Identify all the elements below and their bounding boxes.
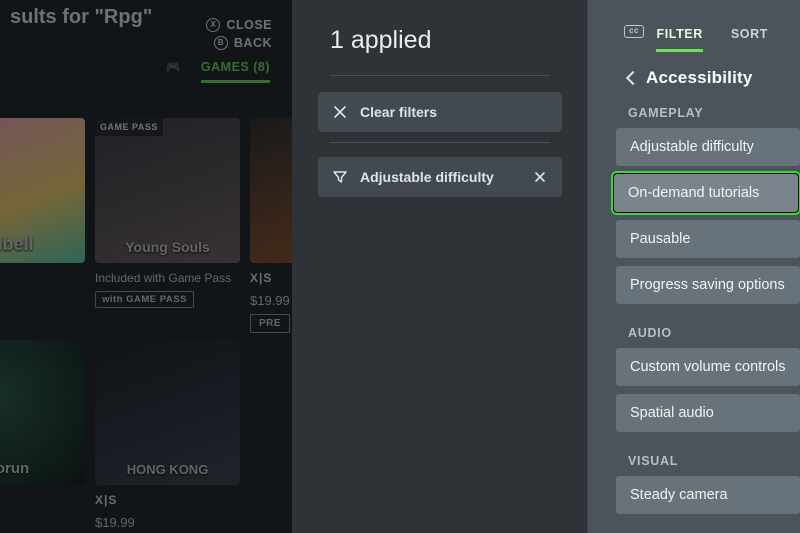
clear-filters-label: Clear filters	[360, 104, 548, 120]
section-label-audio: AUDIO	[588, 312, 800, 348]
close-action[interactable]: X CLOSE	[206, 18, 272, 32]
xs-badge: X|S	[95, 493, 240, 507]
search-results-title: sults for "Rpg"	[10, 6, 280, 29]
filter-option-custom-volume[interactable]: Custom volume controls	[616, 348, 800, 386]
applied-filter-chip[interactable]: Adjustable difficulty	[318, 157, 562, 197]
divider	[330, 75, 550, 76]
applied-heading: 1 applied	[292, 24, 588, 67]
divider	[330, 142, 550, 143]
remove-filter-icon[interactable]	[532, 169, 548, 185]
filter-option-pausable[interactable]: Pausable	[616, 220, 800, 258]
applied-filter-label: Adjustable difficulty	[360, 169, 520, 185]
game-pass-pill: with GAME PASS	[95, 291, 194, 308]
back-label: BACK	[234, 36, 272, 50]
controller-icon: 🎮	[165, 60, 180, 83]
back-key-icon: B	[214, 36, 228, 50]
game-card[interactable]: GAME PASS Young Souls Included with Game…	[95, 118, 240, 333]
panel-tabs: cc FILTER SORT	[588, 0, 800, 52]
preorder-badge: PRE	[250, 314, 290, 333]
section-label-visual: VISUAL	[588, 440, 800, 476]
game-pass-note: Included with Game Pass	[95, 271, 240, 287]
close-label: CLOSE	[226, 18, 272, 32]
filter-option-on-demand-tutorials[interactable]: On-demand tutorials	[614, 174, 798, 212]
filter-option-steady-camera[interactable]: Steady camera	[616, 476, 800, 514]
filter-option-spatial-audio[interactable]: Spatial audio	[616, 394, 800, 432]
tab-games[interactable]: GAMES (8)	[201, 60, 270, 83]
section-label-gameplay: GAMEPLAY	[588, 100, 800, 128]
filter-option-progress-saving[interactable]: Progress saving options	[616, 266, 800, 304]
game-card[interactable]: HONG KONG X|S $19.99 PRE-ORDER	[95, 340, 240, 533]
tab-sort[interactable]: SORT	[731, 27, 768, 52]
game-pass-badge: GAME PASS	[95, 118, 163, 136]
filter-option-adjustable-difficulty[interactable]: Adjustable difficulty	[616, 128, 800, 166]
applied-filters-panel: 1 applied Clear filters Adjustable diffi…	[292, 0, 588, 533]
breadcrumb-back[interactable]: Accessibility	[588, 52, 800, 100]
clear-filters-button[interactable]: Clear filters	[318, 92, 562, 132]
back-action[interactable]: B BACK	[206, 36, 272, 50]
game-card[interactable]: nbell	[0, 118, 85, 333]
price: $19.99	[95, 515, 240, 530]
results-row-2: orun ORDER HONG KONG X|S $19.99 PRE-ORDE…	[0, 340, 280, 533]
caption-icon: cc	[624, 25, 644, 38]
filter-panel: cc FILTER SORT Accessibility GAMEPLAY Ad…	[588, 0, 800, 533]
breadcrumb-label: Accessibility	[646, 68, 753, 88]
store-tabs: 🎮 GAMES (8)	[0, 60, 280, 83]
results-row-1: nbell GAME PASS Young Souls Included wit…	[0, 118, 280, 333]
game-card[interactable]: orun ORDER	[0, 340, 85, 533]
header-actions: X CLOSE B BACK	[206, 18, 272, 50]
tab-filter[interactable]: FILTER	[656, 27, 702, 52]
chevron-left-icon	[626, 71, 640, 85]
close-icon	[332, 104, 348, 120]
filter-icon	[332, 169, 348, 185]
close-key-icon: X	[206, 18, 220, 32]
